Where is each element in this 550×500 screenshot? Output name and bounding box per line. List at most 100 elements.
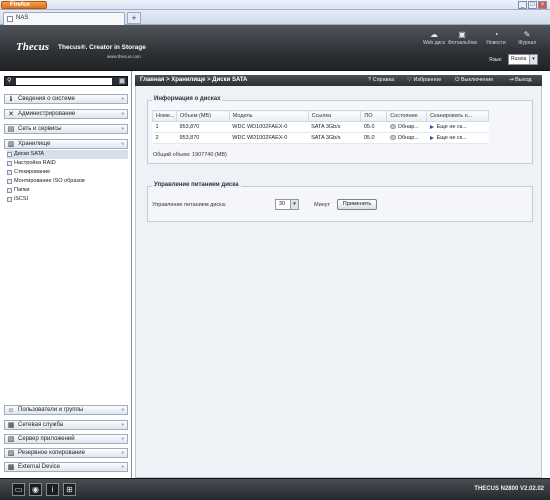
cell-number: 1 (152, 121, 177, 133)
news-link[interactable]: ◔ Новости (482, 31, 510, 47)
favorites-label: Избранное (413, 77, 442, 83)
close-window-button[interactable]: × (538, 1, 547, 9)
power-icon: ⏻ (455, 77, 460, 83)
network-icon: ▤ (7, 126, 15, 133)
disk-info-title: Информация о дисках (152, 96, 223, 102)
browser-titlebar: Firefox _ □ × (0, 0, 550, 10)
column-header[interactable]: Сканировать н... (426, 110, 489, 122)
sidebar-section-users-groups[interactable]: ☺ Пользователи и группы » (4, 405, 128, 415)
column-header[interactable]: Ссылка (307, 110, 362, 122)
page-favicon-icon (7, 16, 13, 22)
favorites-link[interactable]: ♡ Избранное (407, 75, 441, 86)
exit-icon: ⇥ (509, 77, 514, 83)
users-icon: ☺ (7, 407, 15, 414)
sidebar-section-network[interactable]: ▤ Сеть и сервисы » (4, 124, 128, 134)
info-icon[interactable]: i (46, 483, 59, 496)
disc-icon[interactable]: ◉ (29, 483, 42, 496)
cloud-icon: ☁ (430, 30, 438, 39)
cell-model: WDC WD1002FAEX-0 (229, 121, 309, 133)
column-header[interactable]: Объем (MB) (175, 110, 230, 122)
sidebar-item-iscsi[interactable]: iSCSI (7, 195, 128, 204)
network-icon[interactable]: ⊞ (63, 483, 76, 496)
cell-state: Обнар... (386, 121, 427, 133)
sidebar-section-external-device[interactable]: ▩ External Device » (4, 462, 128, 472)
sidebar-section-system-info[interactable]: ℹ Сведения о системе » (4, 94, 128, 104)
language-value: Russia (511, 56, 527, 62)
sidebar-section-network-service[interactable]: ▦ Сетевая служба » (4, 420, 128, 430)
play-icon[interactable] (429, 135, 434, 140)
sidebar-section-label: External Device (18, 464, 61, 470)
sidebar-item-folders[interactable]: Папки (7, 186, 128, 195)
cell-state: Обнар... (386, 132, 427, 144)
help-link[interactable]: ? Справка (368, 75, 394, 86)
scan-text: Еще не ск... (436, 135, 467, 141)
chevron-down-icon: ▾ (529, 55, 537, 64)
stack-icon (7, 170, 12, 175)
sidebar-item-stacking[interactable]: Стекирование (7, 168, 128, 177)
logout-link[interactable]: ⇥ Выход (509, 75, 532, 86)
chevron-icon: » (121, 111, 124, 117)
sidebar-section-label: Администрирование (18, 111, 76, 117)
sidebar-item-label: Папки (14, 187, 30, 193)
sidebar-section-backup[interactable]: ▨ Резервное копирование » (4, 448, 128, 458)
sidebar-item-label: Стекирование (14, 169, 51, 175)
new-tab-button[interactable]: + (127, 12, 141, 24)
column-header[interactable]: ПО (360, 110, 388, 122)
minimize-button[interactable]: _ (518, 1, 527, 9)
table-row[interactable]: 2 953,870 WDC WD1002FAEX-0 SATA 3Gb/s 05… (152, 132, 489, 144)
breadcrumb: Главная > Хранилище > Диски SATA (140, 77, 248, 83)
sidebar-section-label: Сеть и сервисы (18, 126, 62, 132)
firefox-menu-button[interactable]: Firefox (1, 1, 47, 9)
site-url: www.thecus.com (107, 54, 141, 59)
table-row[interactable]: 1 953,870 WDC WD1002FAEX-0 SATA 3Gb/s 05… (152, 121, 489, 133)
app-header: Thecus Thecus®. Creator in Storage www.t… (0, 25, 550, 71)
raid-icon (7, 161, 12, 166)
photo-album-link[interactable]: ▣ Фотоальбом (448, 30, 477, 47)
web-disk-label: Web диск (423, 40, 445, 46)
table-header-row: Номе... Объем (MB) Модель Ссылка ПО Сост… (152, 110, 489, 122)
sidebar-item-label: Монтирование ISO образов (14, 178, 85, 184)
sidebar-section-administration[interactable]: ✕ Администрирование » (4, 109, 128, 119)
search-button[interactable] (119, 78, 125, 84)
chevron-icon: » (121, 422, 124, 428)
status-bulb-icon (389, 135, 396, 141)
log-label: Журнал (517, 40, 537, 46)
browser-tab[interactable]: NAS (3, 12, 125, 25)
column-header[interactable]: Номе... (152, 110, 177, 122)
thecus-logo: Thecus (16, 41, 49, 53)
footer-bar: ▭ ◉ i ⊞ THECUS N2800 V2.02.02 (0, 478, 550, 500)
cell-model: WDC WD1002FAEX-0 (229, 132, 309, 144)
state-text: Обнар... (397, 135, 419, 141)
sidebar-item-iso-mount[interactable]: Монтирование ISO образов (7, 177, 128, 186)
heart-icon: ♡ (407, 77, 412, 83)
log-link[interactable]: ✎ Журнал (513, 31, 541, 47)
photo-icon: ▣ (458, 30, 466, 39)
cell-link: SATA 3Gb/s (308, 132, 361, 144)
play-icon[interactable] (429, 124, 434, 129)
search-input[interactable] (16, 78, 112, 85)
cell-firmware: 05.0 (360, 132, 387, 144)
sidebar-section-app-server[interactable]: ▧ Сервер приложений » (4, 434, 128, 444)
chevron-icon: » (121, 126, 124, 132)
sidebar-item-sata-disks[interactable]: Диски SATA (7, 150, 128, 159)
column-header[interactable]: Состояние (386, 110, 428, 122)
power-timeout-select[interactable]: 30 ▾ (275, 199, 299, 210)
sidebar-section-label: Сервер приложений (18, 436, 75, 442)
sidebar-section-storage[interactable]: ▥ Хранилище « (4, 139, 128, 149)
minutes-label: Минут (314, 202, 330, 208)
cell-size: 953,870 (176, 121, 230, 133)
disk-info-panel: Информация о дисках Номе... Объем (MB) М… (147, 96, 533, 164)
apply-button[interactable]: Применить (337, 199, 377, 210)
language-select[interactable]: Russia ▾ (508, 54, 538, 65)
help-label: Справка (372, 77, 395, 83)
screen-icon[interactable]: ▭ (12, 483, 25, 496)
browser-tabbar: NAS + (0, 10, 550, 25)
cell-link: SATA 3Gb/s (308, 121, 361, 133)
maximize-button[interactable]: □ (528, 1, 537, 9)
web-disk-link[interactable]: ☁ Web диск (420, 30, 448, 47)
sidebar-item-raid[interactable]: Настройка RAID (7, 159, 128, 168)
column-header[interactable]: Модель (228, 110, 309, 122)
breadcrumb-bar: Главная > Хранилище > Диски SATA ? Справ… (135, 75, 542, 86)
cell-size: 953,870 (176, 132, 230, 144)
shutdown-link[interactable]: ⏻ Выключение (455, 75, 493, 86)
